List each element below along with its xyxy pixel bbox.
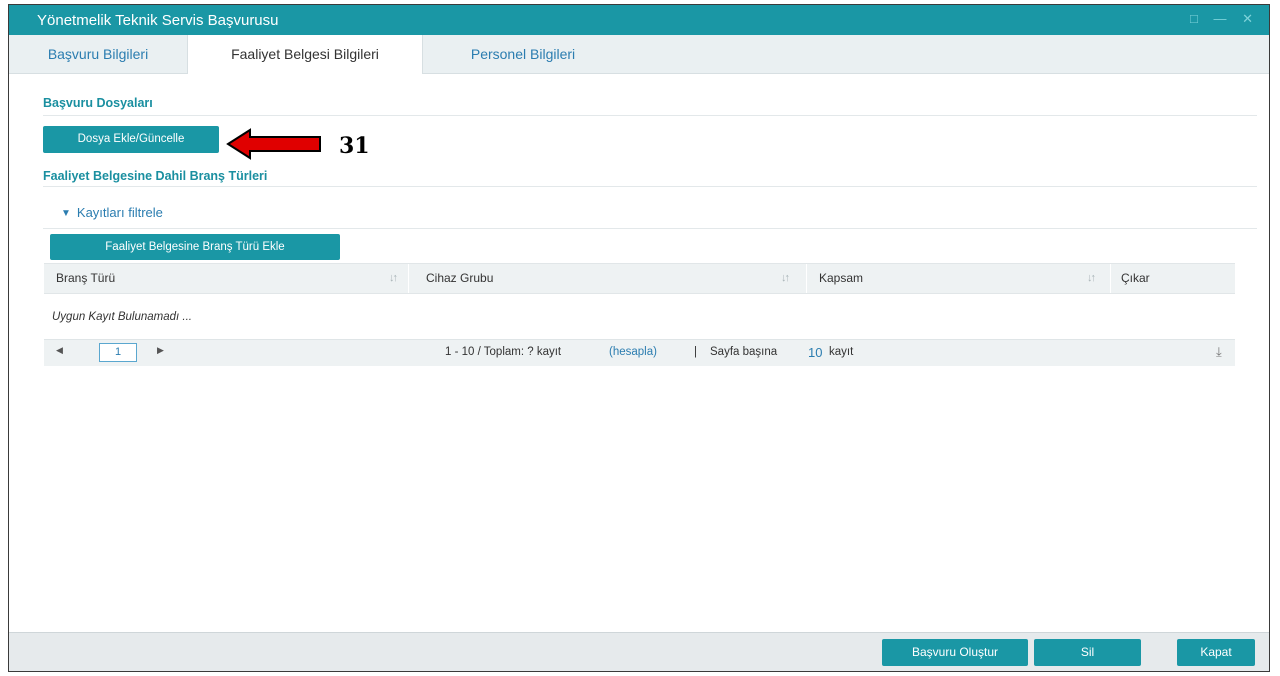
grid-header: Branş Türü ↓↑ Cihaz Grubu ↓↑ Kapsam ↓↑ Ç…	[44, 263, 1235, 294]
chevron-down-icon: ▼	[61, 208, 71, 219]
pager-separator: |	[694, 346, 697, 358]
sort-icon[interactable]: ↓↑	[1087, 264, 1096, 295]
filter-toggle[interactable]: ▼ Kayıtları filtrele	[61, 205, 163, 220]
column-separator	[408, 264, 409, 293]
calculate-total-link[interactable]: (hesapla)	[609, 346, 657, 358]
per-page-suffix: kayıt	[829, 346, 854, 358]
export-download-icon[interactable]: ⤓	[1216, 344, 1222, 360]
window-titlebar[interactable]: Yönetmelik Teknik Servis Başvurusu □ — ✕	[9, 5, 1269, 35]
filter-label: Kayıtları filtrele	[76, 205, 163, 220]
files-section-title: Başvuru Dosyaları	[43, 96, 153, 110]
divider	[43, 186, 1257, 187]
tab-faaliyet-belgesi-bilgileri[interactable]: Faaliyet Belgesi Bilgileri	[187, 35, 423, 74]
annotation-arrow-icon	[226, 128, 321, 160]
column-header-cikar[interactable]: Çıkar	[1121, 264, 1150, 295]
window-title: Yönetmelik Teknik Servis Başvurusu	[37, 12, 279, 29]
column-separator	[806, 264, 807, 293]
previous-page-icon[interactable]: ◀	[56, 345, 63, 356]
close-button[interactable]: Kapat	[1177, 639, 1255, 666]
add-branch-type-button[interactable]: Faaliyet Belgesine Branş Türü Ekle	[50, 234, 340, 260]
divider	[43, 115, 1257, 116]
footer-bar: Başvuru Oluştur Sil Kapat	[9, 632, 1269, 671]
next-page-icon[interactable]: ▶	[157, 345, 164, 356]
application-window: Yönetmelik Teknik Servis Başvurusu □ — ✕…	[8, 4, 1270, 672]
window-controls[interactable]: □ — ✕	[1190, 11, 1259, 27]
divider	[43, 228, 1257, 229]
tab-basvuru-bilgileri[interactable]: Başvuru Bilgileri	[9, 35, 187, 73]
record-range: 1 - 10 / Toplam: ? kayıt	[445, 346, 562, 358]
page-number-input[interactable]: 1	[99, 343, 137, 362]
column-header-cihaz-grubu[interactable]: Cihaz Grubu	[426, 264, 493, 295]
tab-personel-bilgileri[interactable]: Personel Bilgileri	[423, 35, 623, 73]
sort-icon[interactable]: ↓↑	[781, 264, 790, 295]
delete-button[interactable]: Sil	[1034, 639, 1141, 666]
sort-icon[interactable]: ↓↑	[389, 264, 398, 295]
column-header-kapsam[interactable]: Kapsam	[819, 264, 863, 295]
annotation-number: 31	[339, 133, 370, 159]
create-application-button[interactable]: Başvuru Oluştur	[882, 639, 1028, 666]
branch-section-title: Faaliyet Belgesine Dahil Branş Türleri	[43, 169, 268, 183]
per-page-value[interactable]: 10	[808, 345, 822, 360]
add-update-file-button[interactable]: Dosya Ekle/Güncelle	[43, 126, 219, 153]
tab-bar: Başvuru Bilgileri Faaliyet Belgesi Bilgi…	[9, 35, 1269, 74]
column-header-brans-turu[interactable]: Branş Türü	[56, 264, 115, 295]
empty-message: Uygun Kayıt Bulunamadı ...	[52, 311, 192, 323]
per-page-label: Sayfa başına	[710, 346, 778, 358]
pager: ◀ 1 ▶ 1 - 10 / Toplam: ? kayıt (hesapla)…	[44, 339, 1235, 366]
column-separator	[1110, 264, 1111, 293]
